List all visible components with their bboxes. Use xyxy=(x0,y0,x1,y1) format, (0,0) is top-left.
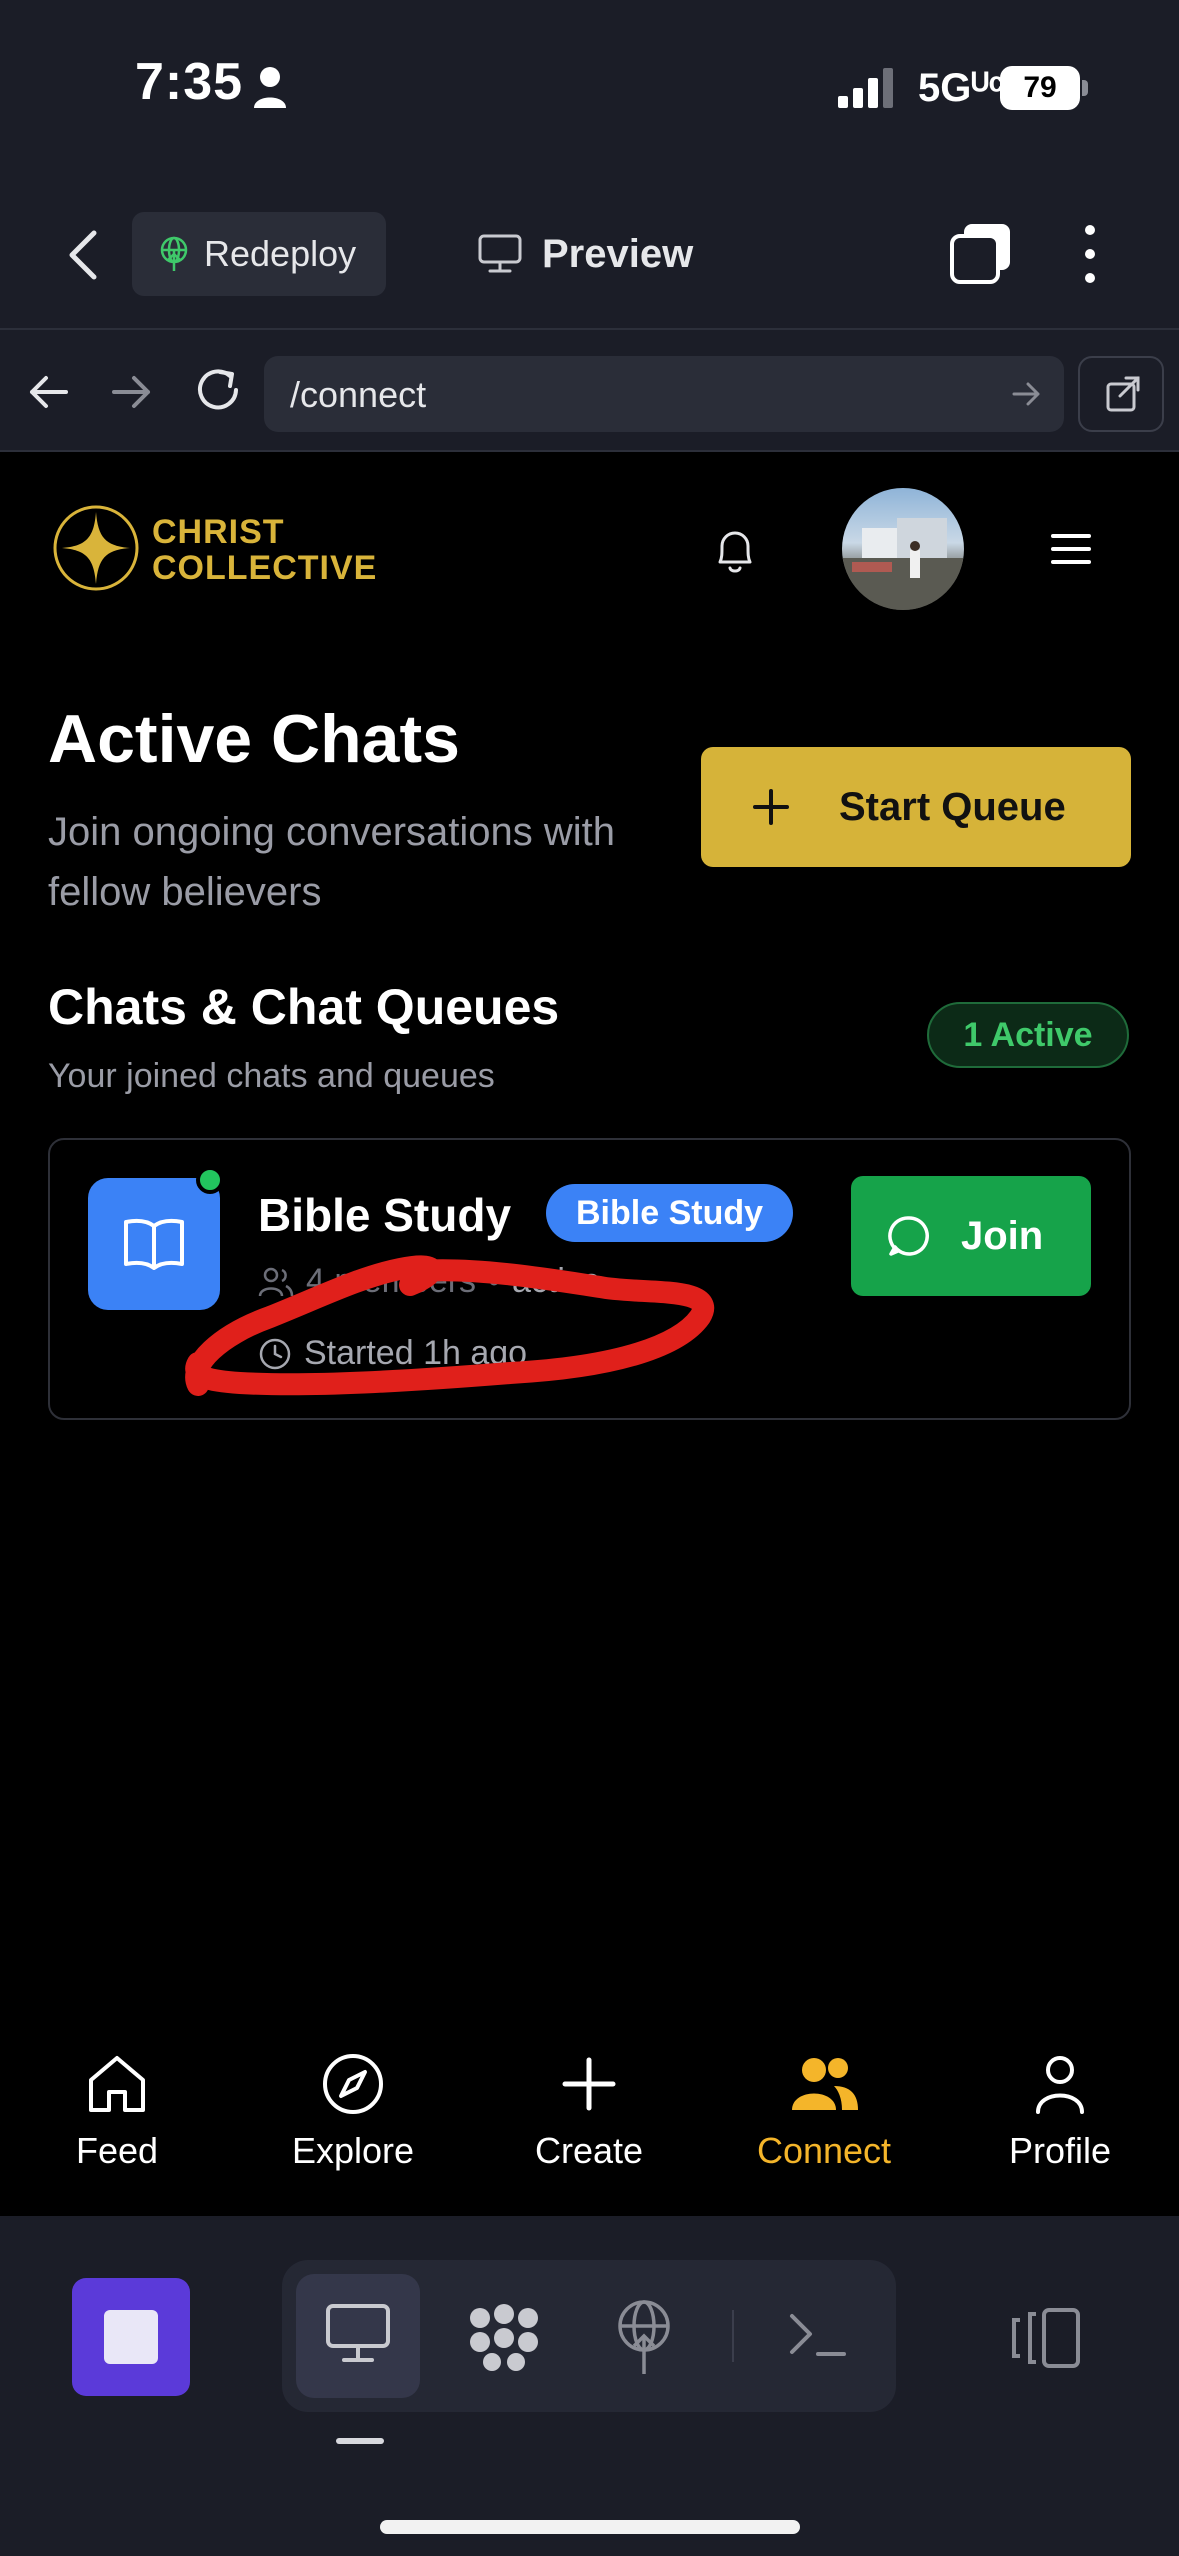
users-icon xyxy=(258,1267,294,1296)
panels-icon[interactable] xyxy=(1008,2308,1082,2368)
open-external-button[interactable] xyxy=(1078,356,1164,432)
globe-upload-icon xyxy=(160,236,188,271)
brand-line-1: CHRIST xyxy=(152,513,285,551)
join-button[interactable]: Join xyxy=(851,1176,1091,1296)
terminal-icon[interactable] xyxy=(788,2310,848,2360)
message-circle-icon xyxy=(888,1216,929,1256)
page-subtitle: Join ongoing conversations with fellow b… xyxy=(48,810,616,914)
nav-label-profile: Profile xyxy=(1008,2130,1112,2171)
monitor-icon xyxy=(478,234,522,273)
section-title: Chats & Chat Queues xyxy=(48,979,560,1035)
redeploy-button[interactable]: Redeploy xyxy=(132,212,386,296)
network-label: 5Gᵁᶜ xyxy=(918,66,1004,110)
nav-label-create: Create xyxy=(534,2130,644,2171)
cluster-icon[interactable] xyxy=(466,2304,542,2372)
top-shell: 7:35 5Gᵁᶜ 79 Redeploy Preview /connect xyxy=(0,0,1179,452)
chat-category-tag: Bible Study xyxy=(546,1184,794,1242)
arrow-right-icon[interactable] xyxy=(106,366,158,418)
status-bar: 7:35 5Gᵁᶜ 79 xyxy=(0,0,1179,180)
arrow-left-icon[interactable] xyxy=(22,366,74,418)
status-time: 7:35 xyxy=(135,53,244,111)
chat-status: active xyxy=(511,1262,601,1300)
nav-item-profile[interactable]: Profile xyxy=(960,2050,1160,2172)
view-mode-switcher xyxy=(282,2260,896,2412)
start-queue-label: Start Queue xyxy=(839,784,1066,829)
chat-name: Bible Study xyxy=(258,1189,512,1241)
online-indicator xyxy=(196,1166,224,1194)
chat-card[interactable]: Bible Study Bible Study 4 members • acti… xyxy=(48,1138,1131,1420)
star-logo-icon[interactable] xyxy=(52,504,140,592)
more-vertical-icon[interactable] xyxy=(1070,222,1110,286)
url-input[interactable]: /connect xyxy=(264,356,1064,432)
avatar-photo xyxy=(842,518,964,610)
site-header: CHRIST COLLECTIVE xyxy=(0,452,1179,652)
brand-name[interactable]: CHRIST COLLECTIVE xyxy=(152,514,377,586)
app-toolbar: Redeploy Preview xyxy=(0,180,1179,330)
preview-button[interactable]: Preview xyxy=(478,212,693,296)
avatar[interactable] xyxy=(842,488,964,610)
battery-tip xyxy=(1082,80,1088,96)
nav-label-feed: Feed xyxy=(75,2130,159,2171)
mode-divider xyxy=(732,2310,734,2362)
book-open-icon xyxy=(124,1218,184,1270)
clock-icon xyxy=(259,1338,291,1369)
redeploy-label: Redeploy xyxy=(204,233,357,274)
app-bottom-toolbar xyxy=(0,2216,1179,2556)
plus-icon xyxy=(753,789,789,825)
external-link-icon xyxy=(1106,376,1140,412)
chat-started: Started 1h ago xyxy=(258,1334,527,1373)
user-icon xyxy=(1036,2056,1084,2114)
preview-label: Preview xyxy=(542,231,694,276)
mode-active-indicator xyxy=(336,2438,384,2444)
battery-icon: 79 xyxy=(1000,66,1090,110)
monitor-icon xyxy=(326,2304,390,2362)
home-icon xyxy=(89,2056,145,2112)
nav-label-explore: Explore xyxy=(291,2130,415,2171)
tabs-icon[interactable] xyxy=(950,222,1012,286)
section-subtitle: Your joined chats and queues xyxy=(48,1057,495,1095)
site-bottom-nav: Feed Explore Create Connect Profile xyxy=(0,2040,1179,2216)
meta-separator: • xyxy=(488,1262,500,1300)
nav-item-connect[interactable]: Connect xyxy=(724,2050,924,2172)
nav-item-create[interactable]: Create xyxy=(489,2050,689,2172)
home-indicator xyxy=(380,2520,800,2534)
battery-level: 79 xyxy=(1000,66,1080,110)
url-text: /connect xyxy=(290,374,427,415)
started-time: Started 1h ago xyxy=(304,1334,528,1372)
compass-icon xyxy=(323,2054,383,2114)
stop-icon xyxy=(104,2310,158,2364)
signal-icon xyxy=(838,68,893,108)
active-count-badge: 1 Active xyxy=(927,1002,1129,1068)
join-label: Join xyxy=(961,1213,1044,1258)
nav-item-feed[interactable]: Feed xyxy=(17,2050,217,2172)
chat-avatar xyxy=(88,1178,220,1310)
start-queue-button[interactable]: Start Queue xyxy=(701,747,1131,867)
brand-line-2: COLLECTIVE xyxy=(152,549,378,587)
page-title: Active Chats xyxy=(48,701,460,777)
reload-icon[interactable] xyxy=(190,362,246,418)
nav-label-connect: Connect xyxy=(756,2130,892,2171)
users-icon xyxy=(792,2058,858,2110)
go-arrow-icon[interactable] xyxy=(1010,378,1042,410)
browser-bar: /connect xyxy=(0,332,1179,452)
bell-icon[interactable] xyxy=(712,524,758,576)
person-icon xyxy=(254,67,286,108)
plus-icon xyxy=(562,2057,616,2111)
chat-meta: 4 members • active xyxy=(258,1262,601,1301)
globe-upload-icon[interactable] xyxy=(616,2300,672,2376)
nav-item-explore[interactable]: Explore xyxy=(253,2050,453,2172)
chevron-left-icon[interactable] xyxy=(60,225,110,285)
menu-icon[interactable] xyxy=(1050,532,1092,566)
stop-button[interactable] xyxy=(72,2278,190,2396)
member-count: 4 members xyxy=(306,1262,477,1300)
